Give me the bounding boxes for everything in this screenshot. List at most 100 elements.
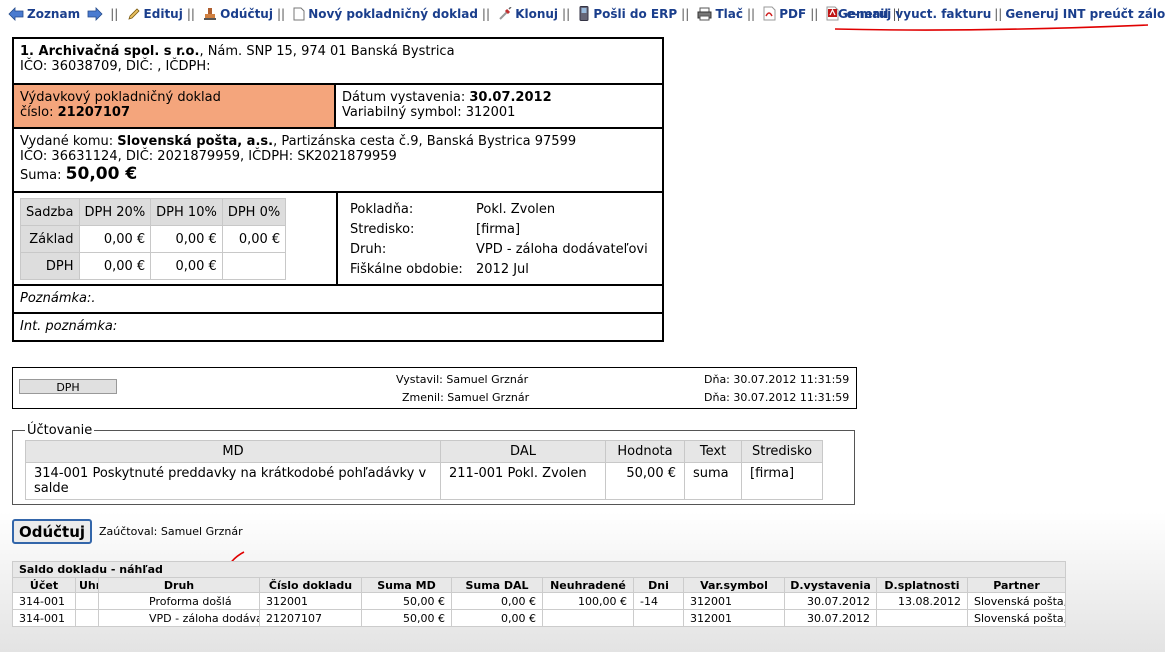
info-value: VPD - záloha dodávateľovi xyxy=(476,241,648,257)
sum-label: Suma: xyxy=(20,168,62,183)
acc-header: MD xyxy=(25,440,441,463)
saldo-cell: Proforma došlá xyxy=(98,592,260,610)
arrow-left-icon xyxy=(8,7,24,21)
red-underline-annotation xyxy=(834,24,1149,31)
separator: || xyxy=(681,7,690,21)
generuj-fakturu-link[interactable]: Generuj vyuct. fakturu xyxy=(838,7,991,21)
acc-row: 314-001 Poskytnuté preddavky na krátkodo… xyxy=(25,462,823,500)
acc-text: suma xyxy=(684,462,742,500)
saldo-header[interactable]: Uhr xyxy=(75,577,99,593)
saldo-header[interactable]: Suma DAL xyxy=(451,577,543,593)
novy-doklad-link[interactable]: Nový pokladničný doklad xyxy=(293,7,478,21)
int-note: Int. poznámka: xyxy=(20,319,118,334)
vat-value: 0,00 € xyxy=(150,225,223,253)
zmenil: Zmenil: Samuel Grznár xyxy=(402,391,530,404)
printer-icon xyxy=(697,7,712,21)
table-row[interactable]: 314-001 VPD - záloha dodávateľovi 212071… xyxy=(12,609,1066,627)
tlac-link[interactable]: Tlač xyxy=(697,7,743,21)
saldo-cell: VPD - záloha dodávateľovi xyxy=(98,609,260,627)
separator: || xyxy=(276,7,286,21)
accounting-table: MD DAL Hodnota Text Stredisko 314-001 Po… xyxy=(25,440,823,500)
saldo-cell: 21207107 xyxy=(259,609,362,627)
saldo-cell: 314-001 xyxy=(12,592,76,610)
posli-erp-link[interactable]: Pošli do ERP xyxy=(578,6,677,21)
saldo-cell: 13.08.2012 xyxy=(876,592,968,610)
company-address: , Nám. SNP 15, 974 01 Banská Bystrica xyxy=(199,44,455,59)
vat-table: Sadzba DPH 20% DPH 10% DPH 0% Základ 0,0… xyxy=(20,198,287,280)
info-label: Pokladňa: xyxy=(350,201,414,217)
saldo-header[interactable]: Účet xyxy=(12,577,76,593)
saldo-cell: Slovenská pošta, a.s. xyxy=(967,592,1066,610)
generuj-int-link[interactable]: Generuj INT preúčt zálohy xyxy=(1005,7,1165,21)
saldo-cell: 312001 xyxy=(683,609,785,627)
doc-header-section: Výdavkový pokladničný doklad číslo: 2120… xyxy=(14,85,662,129)
saldo-cell xyxy=(75,592,99,610)
zmenil-date: Dňa: 30.07.2012 11:31:59 xyxy=(704,391,850,404)
acc-stredisko: [firma] xyxy=(741,462,823,500)
accounting-legend: Účtovanie xyxy=(27,423,93,438)
recipient-section: Vydané komu: Slovenská pošta, a.s., Part… xyxy=(14,129,662,193)
zoznam-link[interactable]: Zoznam xyxy=(8,7,106,21)
saldo-header[interactable]: Dni xyxy=(633,577,684,593)
saldo-header[interactable]: Neuhradené xyxy=(542,577,634,593)
doc-type-cell: Výdavkový pokladničný doklad číslo: 2120… xyxy=(14,85,336,127)
meta-strip: DPH Vystavil: Samuel Grznár Zmenil: Samu… xyxy=(12,367,857,409)
syringe-icon xyxy=(499,7,512,20)
saldo-header[interactable]: Druh xyxy=(98,577,260,593)
info-label: Stredisko: xyxy=(350,221,415,237)
saldo-header[interactable]: D.vystavenia xyxy=(784,577,877,593)
company-section: 1. Archivačná spol. s r.o., Nám. SNP 15,… xyxy=(14,39,662,85)
vs-value: 312001 xyxy=(465,105,516,120)
oductuj-label: Odúčtuj xyxy=(220,7,273,21)
vat-value xyxy=(221,252,287,280)
saldo-header[interactable]: D.splatnosti xyxy=(876,577,968,593)
klonuj-link[interactable]: Klonuj xyxy=(498,7,558,21)
vat-row-label: DPH xyxy=(20,252,80,280)
saldo-cell: Slovenská pošta, a.s. xyxy=(967,609,1066,627)
acc-dal: 211-001 Pokl. Zvolen xyxy=(440,462,606,500)
recipient-label: Vydané komu: xyxy=(20,134,114,149)
saldo-header[interactable]: Partner xyxy=(967,577,1066,593)
vat-value: 0,00 € xyxy=(78,225,152,253)
saldo-cell: 314-001 xyxy=(12,609,76,627)
saldo-cell xyxy=(75,609,99,627)
info-value: 2012 Jul xyxy=(476,261,529,277)
saldo-header[interactable]: Suma MD xyxy=(361,577,452,593)
pdf-icon xyxy=(763,6,776,21)
posli-label: Pošli do ERP xyxy=(593,7,678,21)
vat-cell: Sadzba DPH 20% DPH 10% DPH 0% Základ 0,0… xyxy=(14,193,338,284)
acc-hodnota: 50,00 € xyxy=(605,462,685,500)
oductuj-button[interactable]: Odúčtuj xyxy=(12,519,92,544)
generate-links: Generuj vyuct. fakturu || Generuj INT preú… xyxy=(838,7,1165,21)
saldo-cell: 0,00 € xyxy=(451,609,543,627)
doc-number-label: číslo: xyxy=(20,105,54,120)
zoznam-label: Zoznam xyxy=(27,7,81,21)
vat-header: Sadzba xyxy=(20,198,80,226)
accounting-fieldset: Účtovanie MD DAL Hodnota Text Stredisko … xyxy=(12,423,855,505)
saldo-cell xyxy=(542,609,634,627)
dph-button[interactable]: DPH xyxy=(19,379,117,394)
oductuj-link[interactable]: Odúčtuj xyxy=(203,7,273,21)
table-row[interactable]: 314-001 Proforma došlá 312001 50,00 € 0,… xyxy=(12,592,1066,610)
company-name: 1. Archivačná spol. s r.o. xyxy=(20,44,200,59)
recipient-address: , Partizánska cesta č.9, Banská Bystrica… xyxy=(273,134,577,149)
document-box: 1. Archivačná spol. s r.o., Nám. SNP 15,… xyxy=(12,37,664,342)
vat-header: DPH 20% xyxy=(78,198,152,226)
saldo-header[interactable]: Číslo dokladu xyxy=(259,577,362,593)
klonuj-label: Klonuj xyxy=(515,7,559,21)
saldo-header[interactable]: Var.symbol xyxy=(683,577,785,593)
vat-header: DPH 0% xyxy=(221,198,287,226)
vat-row-label: Základ xyxy=(20,225,80,253)
novy-label: Nový pokladničný doklad xyxy=(308,7,478,21)
saldo-table: Účet Uhr Druh Číslo dokladu Suma MD Suma… xyxy=(12,577,1066,627)
pdf-link[interactable]: PDF xyxy=(763,6,806,21)
separator: || xyxy=(810,7,819,21)
acc-header: Stredisko xyxy=(741,440,823,463)
recipient-ids: IČO: 36631124, DIČ: 2021879959, IČDPH: S… xyxy=(20,149,397,164)
recipient-name: Slovenská pošta, a.s. xyxy=(117,134,274,149)
saldo-cell: 312001 xyxy=(683,592,785,610)
edituj-link[interactable]: Edituj xyxy=(127,7,183,21)
toolbar: Zoznam || Edituj || Odúčtuj || Nový pokl… xyxy=(8,6,905,21)
doc-type: Výdavkový pokladničný doklad xyxy=(20,90,221,105)
edituj-label: Edituj xyxy=(143,7,183,21)
